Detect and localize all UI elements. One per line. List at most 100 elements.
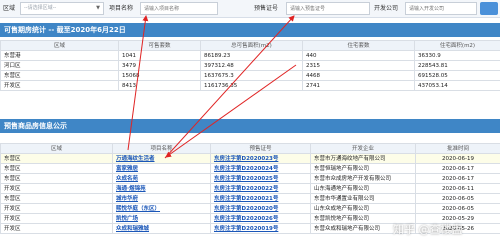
table-cell: 东房注字第D2020020号 bbox=[210, 203, 311, 214]
table-row: 开发区 熙悦华庭（东区） 东房注字第D2020020号 山东众成地产有限公司 2… bbox=[0, 203, 500, 214]
permit-label: 预售证号 bbox=[254, 5, 279, 12]
table-cell: 2020-06-05 bbox=[415, 203, 500, 214]
table-cell: 众成名苑 bbox=[112, 173, 211, 184]
stats-header-row: 区域 可售套数 总可售面积(m2) 住宅套数 住宅面积(m2) bbox=[0, 40, 500, 51]
column-header: 区域 bbox=[0, 40, 119, 51]
table-cell: 8413 bbox=[118, 80, 201, 91]
table-row: 东营区 众成名苑 东房注字第D2020025号 东营市众成房地产开发有限公司 2… bbox=[0, 173, 500, 184]
project-link[interactable]: 万通海纹生活者 bbox=[116, 156, 155, 162]
permit-number-input[interactable] bbox=[286, 2, 370, 15]
table-cell: 东营区 bbox=[0, 70, 119, 81]
table-row: 东营区 15068 1637675.3 4468 691528.05 bbox=[0, 70, 500, 81]
table-row: 东营区 城市华府 东房注字第D2020021号 东营市华通置业有限公司 2020… bbox=[0, 193, 500, 204]
table-cell: 397312.48 bbox=[200, 60, 303, 71]
table-cell: 开发区 bbox=[0, 213, 113, 224]
permit-link[interactable]: 东房注字第D2020021号 bbox=[214, 196, 278, 202]
table-cell: 开发区 bbox=[0, 203, 113, 214]
table-cell: 东营区 bbox=[0, 163, 113, 174]
project-name-input[interactable] bbox=[140, 2, 218, 15]
search-bar: 区域 --请选择区域-- ▼ 项目名称 预售证号 开发公司 bbox=[0, 0, 500, 18]
table-cell: 山东众成地产有限公司 bbox=[310, 203, 416, 214]
table-cell: 河口区 bbox=[0, 60, 119, 71]
project-link[interactable]: 城市华府 bbox=[116, 196, 138, 202]
table-cell: 东营市华通置业有限公司 bbox=[310, 193, 416, 204]
table-cell: 4468 bbox=[302, 70, 415, 81]
table-cell: 熙悦华庭（东区） bbox=[112, 203, 211, 214]
developer-label: 开发公司 bbox=[374, 5, 399, 12]
table-cell: 2020-06-05 bbox=[415, 193, 500, 204]
table-cell: 1161736.35 bbox=[200, 80, 303, 91]
project-link[interactable]: 海通·煜锦苑 bbox=[116, 186, 146, 192]
table-cell: 东营区 bbox=[0, 173, 113, 184]
column-header: 住宅面积(m2) bbox=[414, 40, 500, 51]
table-cell: 东营市众成房地产开发有限公司 bbox=[310, 173, 416, 184]
table-row: 东营港 1041 86189.23 440 36330.9 bbox=[0, 50, 500, 61]
table-cell: 山东海通地产有限公司 bbox=[310, 183, 416, 194]
column-header: 住宅套数 bbox=[302, 40, 415, 51]
table-cell: 2020-06-19 bbox=[415, 153, 500, 164]
table-cell: 开发区 bbox=[0, 183, 113, 194]
project-link[interactable]: 众成和瑞雅城 bbox=[116, 226, 149, 232]
table-cell: 东房注字第D2020025号 bbox=[210, 173, 311, 184]
project-link[interactable]: 众成名苑 bbox=[116, 176, 138, 182]
table-cell: 海通·煜锦苑 bbox=[112, 183, 211, 194]
project-label: 项目名称 bbox=[109, 5, 134, 12]
table-cell: 36330.9 bbox=[414, 50, 500, 61]
table-cell: 东房注字第D2020023号 bbox=[210, 153, 311, 164]
table-cell: 城市华府 bbox=[112, 193, 211, 204]
column-header: 项目名称 bbox=[112, 143, 211, 154]
table-cell: 开发区 bbox=[0, 223, 113, 234]
table-cell: 开发区 bbox=[0, 80, 119, 91]
stats-section-title: 可售期房统计 -- 截至2020年6月22日 bbox=[0, 23, 500, 37]
table-cell: 东房注字第D2020021号 bbox=[210, 193, 311, 204]
table-cell: 2315 bbox=[302, 60, 415, 71]
table-cell: 228543.81 bbox=[414, 60, 500, 71]
project-link[interactable]: 熙悦华庭（东区） bbox=[116, 206, 160, 212]
table-cell: 东房注字第D2020026号 bbox=[210, 213, 311, 224]
search-button[interactable] bbox=[480, 2, 498, 15]
region-select[interactable]: --请选择区域-- ▼ bbox=[20, 2, 104, 15]
table-cell: 2020-06-17 bbox=[415, 173, 500, 184]
table-cell: 凯悦广场 bbox=[112, 213, 211, 224]
project-link[interactable]: 富家雅居 bbox=[116, 166, 138, 172]
table-cell: 东营区 bbox=[0, 193, 113, 204]
permit-link[interactable]: 东房注字第D2020022号 bbox=[214, 186, 278, 192]
table-row: 河口区 3479 397312.48 2315 228543.81 bbox=[0, 60, 500, 71]
watermark: 知乎 @查楼盘 bbox=[393, 223, 463, 236]
column-header: 批准时间 bbox=[415, 143, 500, 154]
table-cell: 440 bbox=[302, 50, 415, 61]
table-cell: 万通海纹生活者 bbox=[112, 153, 211, 164]
table-cell: 437053.14 bbox=[414, 80, 500, 91]
permit-link[interactable]: 东房注字第D2020023号 bbox=[214, 156, 278, 162]
table-row: 开发区 海通·煜锦苑 东房注字第D2020022号 山东海通地产有限公司 202… bbox=[0, 183, 500, 194]
table-cell: 2020-06-11 bbox=[415, 183, 500, 194]
table-cell: 1041 bbox=[118, 50, 201, 61]
table-cell: 2741 bbox=[302, 80, 415, 91]
permit-link[interactable]: 东房注字第D2020024号 bbox=[214, 166, 278, 172]
table-cell: 东营港 bbox=[0, 50, 119, 61]
table-cell: 东房注字第D2020019号 bbox=[210, 223, 311, 234]
table-cell: 86189.23 bbox=[200, 50, 303, 61]
project-link[interactable]: 凯悦广场 bbox=[116, 216, 138, 222]
developer-input[interactable] bbox=[405, 2, 477, 15]
table-row: 开发区 8413 1161736.35 2741 437053.14 bbox=[0, 80, 500, 91]
table-cell: 富家雅居 bbox=[112, 163, 211, 174]
column-header: 区域 bbox=[0, 143, 113, 154]
table-cell: 1637675.3 bbox=[200, 70, 303, 81]
permit-link[interactable]: 东房注字第D2020020号 bbox=[214, 206, 278, 212]
permit-link[interactable]: 东房注字第D2020026号 bbox=[214, 216, 278, 222]
table-cell: 2020-06-17 bbox=[415, 163, 500, 174]
column-header: 可售套数 bbox=[118, 40, 201, 51]
table-row: 东营区 富家雅居 东房注字第D2020024号 东营恒瑞地产有限公司 2020-… bbox=[0, 163, 500, 174]
column-header: 开发企业 bbox=[310, 143, 416, 154]
stats-table: 区域 可售套数 总可售面积(m2) 住宅套数 住宅面积(m2) 东营港 1041… bbox=[0, 40, 500, 91]
table-cell: 15068 bbox=[118, 70, 201, 81]
table-cell: 691528.05 bbox=[414, 70, 500, 81]
chevron-down-icon: ▼ bbox=[96, 5, 100, 11]
permit-link[interactable]: 东房注字第D2020019号 bbox=[214, 226, 278, 232]
permit-link[interactable]: 东房注字第D2020025号 bbox=[214, 176, 278, 182]
table-cell: 东营市万通海纹地产有限公司 bbox=[310, 153, 416, 164]
table-cell: 东营区 bbox=[0, 153, 113, 164]
table-cell: 众成和瑞雅城 bbox=[112, 223, 211, 234]
presale-header-row: 区域 项目名称 预售证号 开发企业 批准时间 bbox=[0, 143, 500, 154]
